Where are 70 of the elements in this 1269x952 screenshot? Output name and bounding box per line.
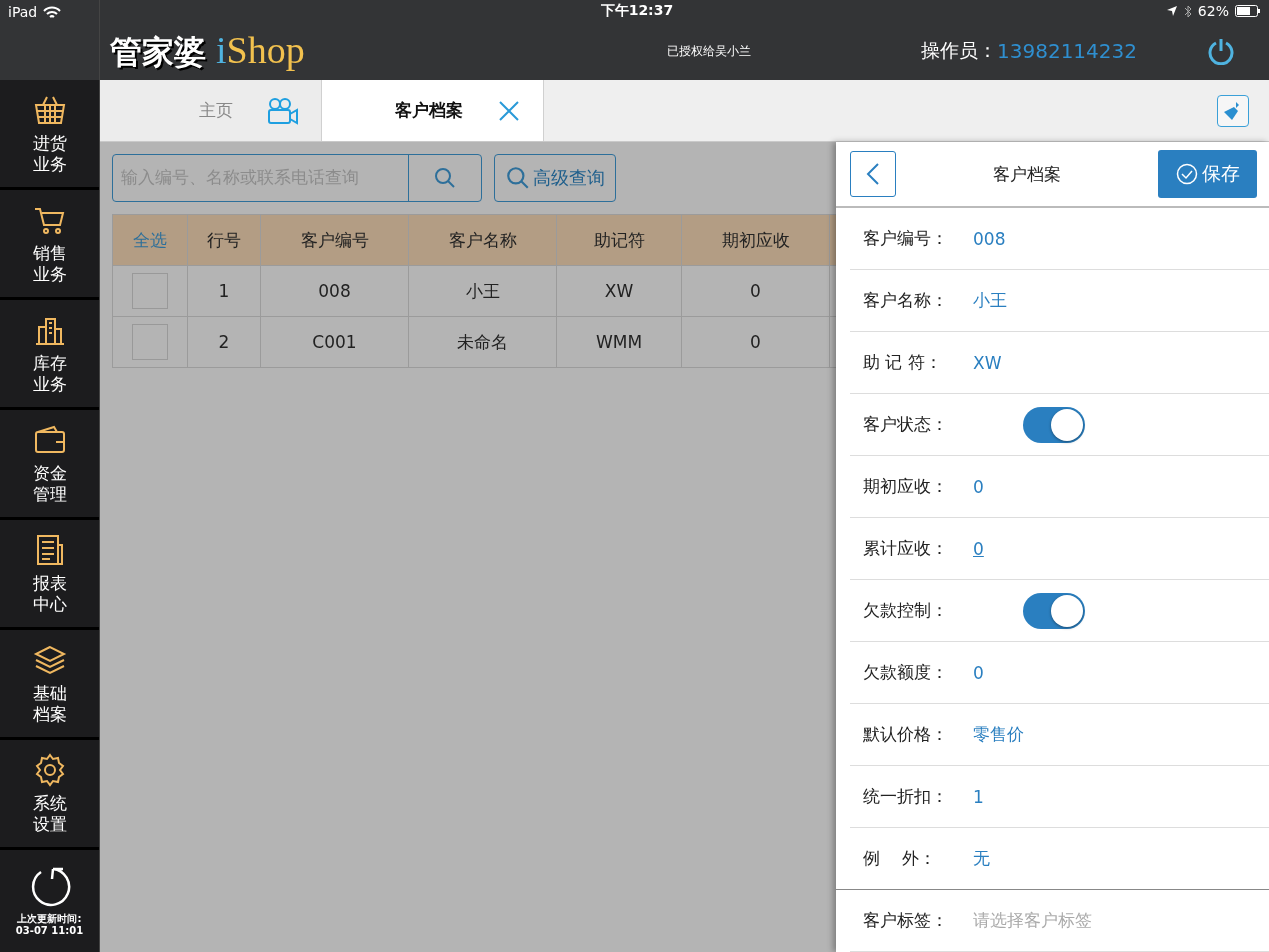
field-label: 默认价格： [862, 723, 949, 746]
table-cell: 小王 [408, 265, 557, 317]
table-cell: 1 [187, 265, 261, 317]
field-value: XW [973, 352, 1002, 373]
field-label: 欠款额度： [862, 661, 949, 684]
close-icon[interactable] [497, 98, 521, 123]
table-cell: XW [556, 265, 682, 317]
field-value: 008 [973, 228, 1006, 249]
table-cell: WMM [556, 316, 682, 368]
row-checkbox[interactable] [132, 324, 168, 360]
battery-percent: 62% [1197, 3, 1229, 19]
field-label: 客户状态： [862, 413, 949, 436]
field-value: 小王 [973, 289, 1007, 312]
location-icon [1165, 5, 1178, 17]
column-header: 客户编号 [260, 214, 409, 266]
table-cell: 008 [260, 265, 409, 317]
table-cell: 2 [187, 316, 261, 368]
field-label: 客户标签： [862, 909, 949, 932]
table-cell: 0 [681, 316, 830, 368]
check-circle-icon [1175, 163, 1198, 185]
field-label: 客户名称： [862, 289, 949, 312]
field-label: 期初应收： [862, 475, 949, 498]
field-label: 欠款控制： [862, 599, 949, 622]
search-icon [505, 165, 531, 191]
field-value: 零售价 [973, 723, 1024, 746]
operator-number: 13982114232 [997, 39, 1137, 63]
update-time-label: 上次更新时间: 03-07 11:01 [15, 913, 84, 937]
field-label: 客户编号： [862, 227, 949, 250]
clear-button[interactable] [1217, 94, 1249, 127]
column-header: 助记符 [556, 214, 682, 266]
license-text: 已授权给吴小兰 [667, 42, 751, 60]
field-label: 例 外： [862, 847, 937, 870]
column-header: 行号 [187, 214, 261, 266]
sidebar-item[interactable]: 库存业务 [0, 300, 99, 410]
power-icon[interactable] [1207, 37, 1235, 65]
sidebar-item[interactable]: 资金管理 [0, 410, 99, 520]
save-button[interactable]: 保存 [1158, 150, 1257, 198]
table-cell: C001 [260, 316, 409, 368]
column-header: 客户名称 [408, 214, 557, 266]
field-value: 0 [973, 476, 984, 497]
row-checkbox[interactable] [132, 273, 168, 309]
column-header: 期初应收 [681, 214, 830, 266]
bluetooth-icon [1183, 4, 1192, 18]
field-value: 0 [973, 662, 984, 683]
sidebar-item[interactable]: 基础档案 [0, 630, 99, 740]
operator-label: 操作员： [921, 38, 997, 63]
tab[interactable]: 客户档案 [322, 80, 544, 141]
status-time: 下午12:37 [600, 2, 674, 20]
wifi-icon [43, 6, 62, 20]
app-logo: 管家婆 iShop [110, 27, 305, 73]
field-value: 1 [973, 786, 984, 807]
battery-icon [1235, 5, 1261, 17]
device-name: iPad [8, 4, 38, 20]
field-label: 统一折扣： [862, 785, 949, 808]
back-icon [866, 162, 880, 186]
sidebar-item[interactable]: 销售业务 [0, 190, 99, 300]
toggle-switch[interactable] [1023, 406, 1085, 443]
table-cell: 未命名 [408, 316, 557, 368]
field-label: 助 记 符： [862, 351, 943, 374]
sidebar-item[interactable]: 报表中心 [0, 520, 99, 630]
field-label: 累计应收： [862, 537, 949, 560]
sidebar-item[interactable]: 系统设置 [0, 740, 99, 850]
toggle-switch[interactable] [1023, 592, 1085, 629]
back-button[interactable] [850, 151, 896, 197]
video-camera-icon [267, 96, 299, 125]
field-value: 无 [973, 847, 990, 870]
search-icon [433, 166, 457, 190]
panel-title: 客户档案 [992, 162, 1062, 186]
field-value-link[interactable]: 0 [973, 538, 984, 559]
table-cell: 0 [681, 265, 830, 317]
